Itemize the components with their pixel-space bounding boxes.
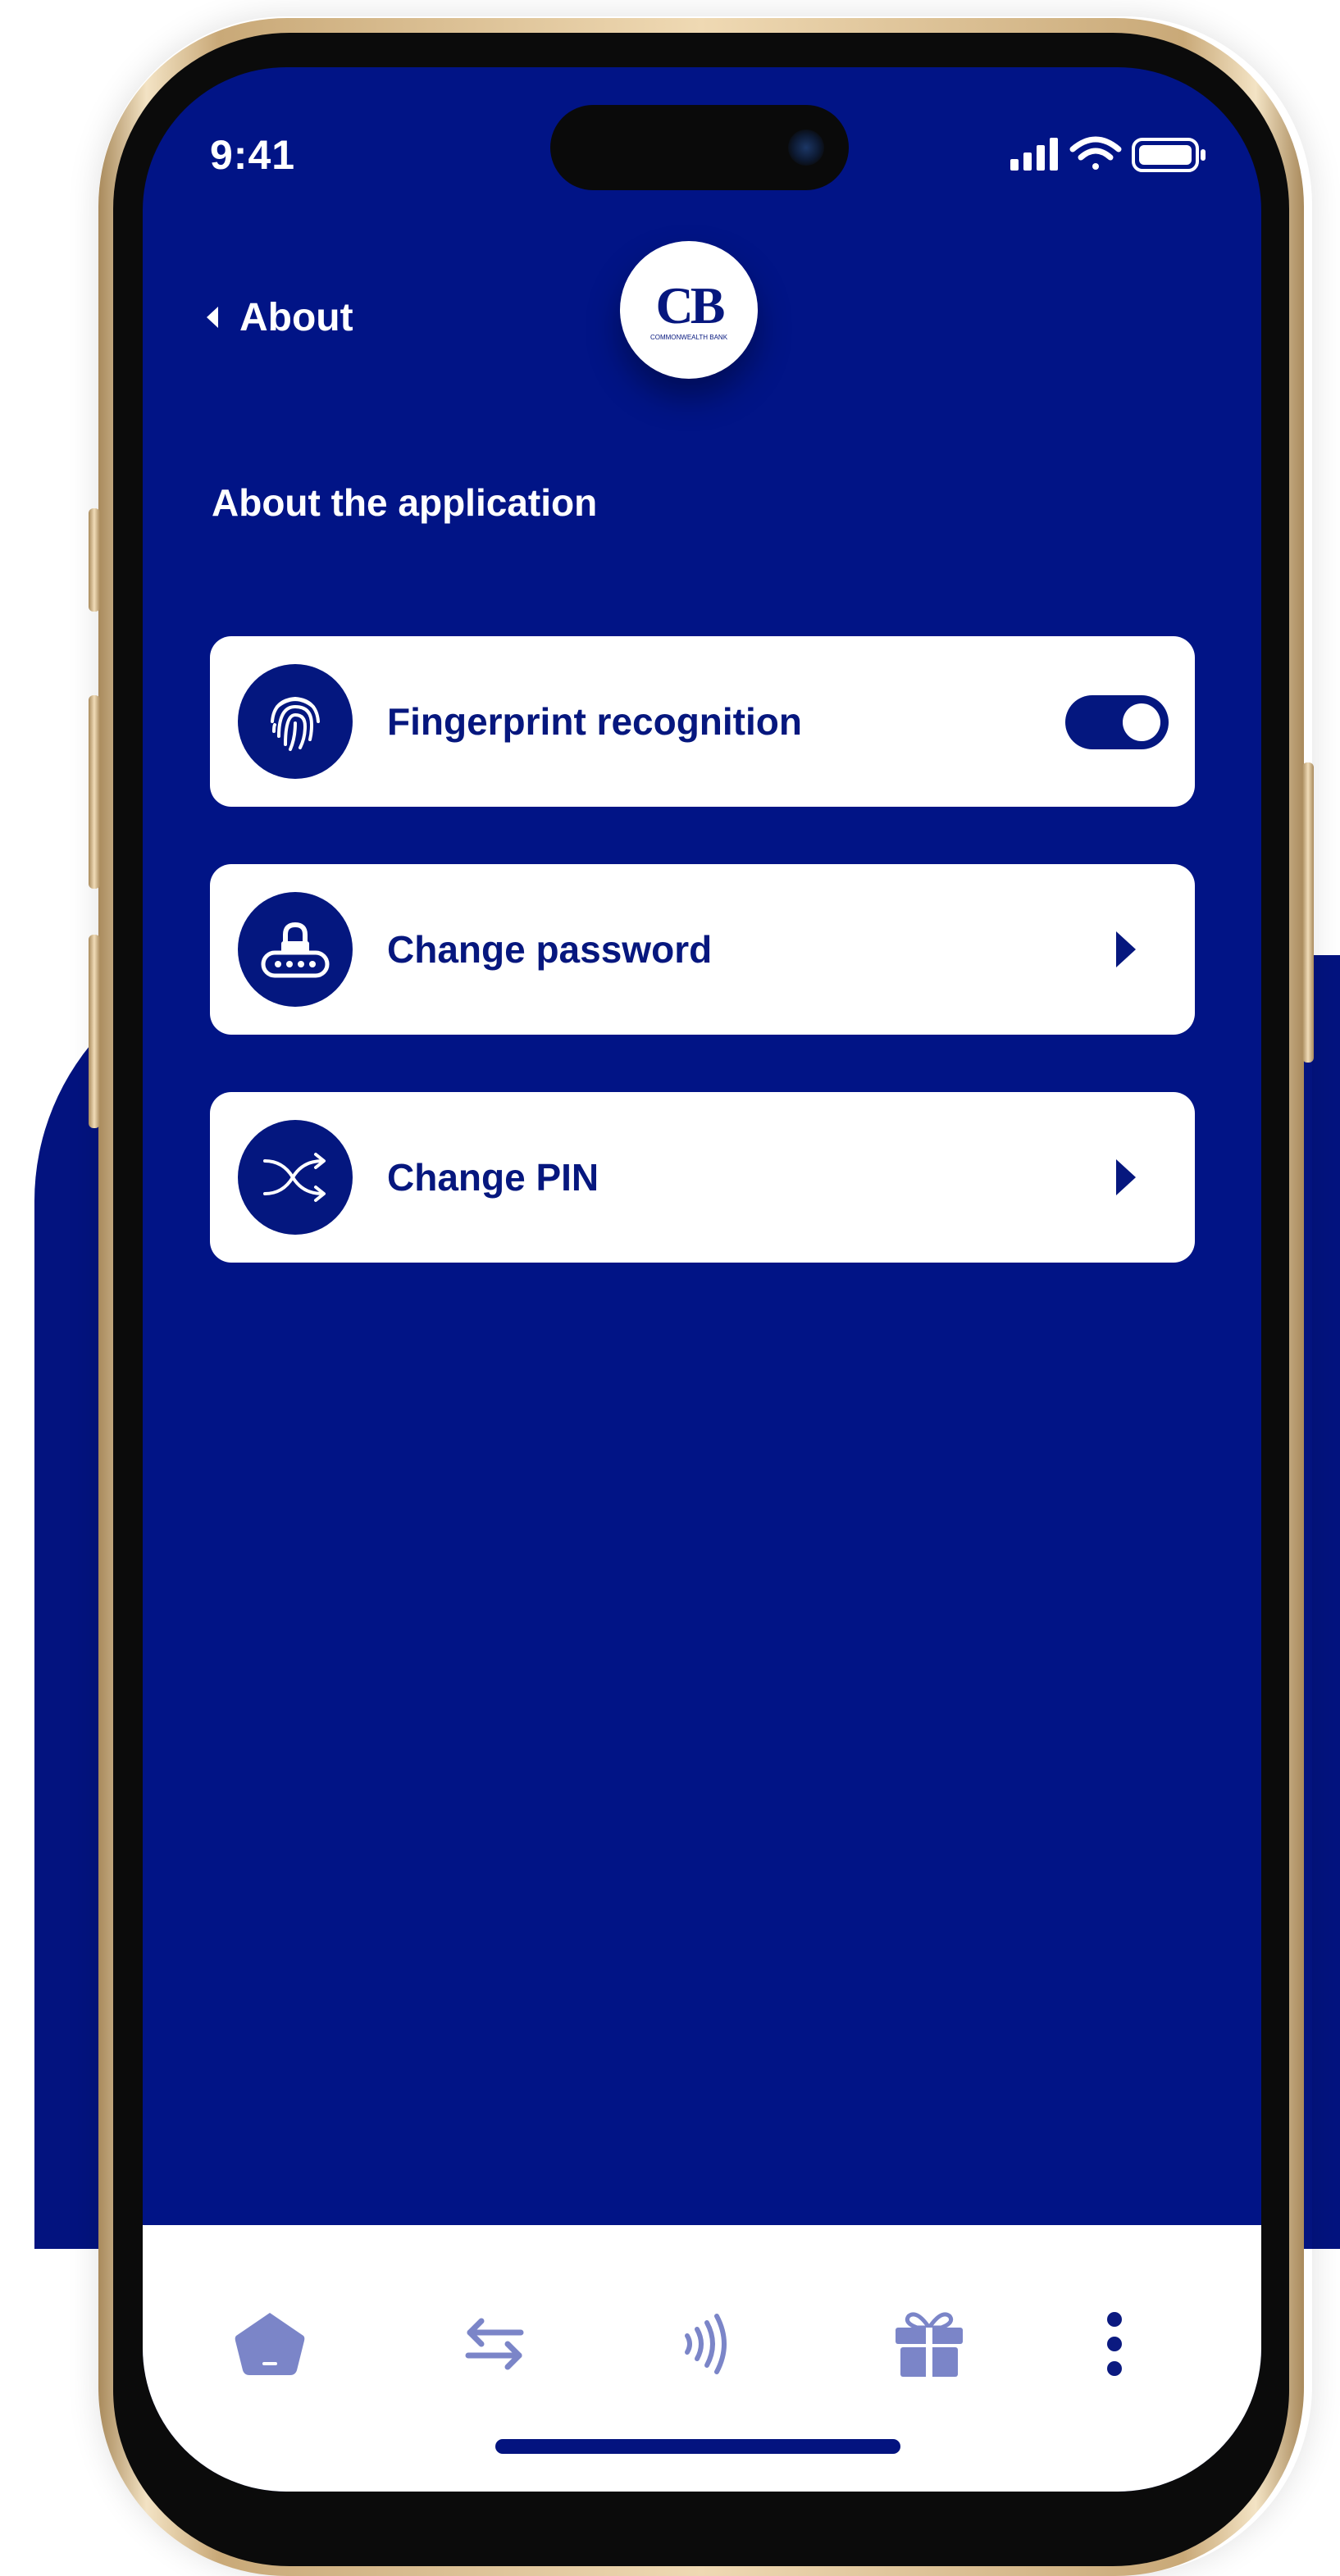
fingerprint-icon: [238, 664, 353, 779]
shuffle-icon: [238, 1120, 353, 1235]
chevron-left-icon: [207, 307, 218, 328]
logo-monogram: CB: [655, 275, 726, 335]
status-time: 9:41: [210, 132, 296, 178]
tab-rewards[interactable]: [884, 2299, 974, 2389]
side-button-volume-up: [89, 695, 100, 889]
toggle-knob: [1123, 703, 1160, 741]
bank-logo: CB COMMONWEALTH BANK: [620, 241, 758, 379]
tab-home[interactable]: [225, 2299, 315, 2389]
signal-icon: [1010, 138, 1058, 171]
phone-screen: 9:41 About CB COMMONWEALTH BANK About th…: [143, 67, 1261, 2492]
wifi-icon: [1069, 136, 1122, 170]
home-icon: [235, 2313, 305, 2375]
side-button-volume-down: [89, 935, 100, 1128]
fingerprint-toggle[interactable]: [1065, 695, 1169, 749]
section-title: About the application: [212, 481, 598, 524]
tab-more[interactable]: [1069, 2299, 1160, 2389]
settings-item-change-password[interactable]: Change password: [210, 864, 1195, 1035]
settings-item-label: Change password: [387, 928, 713, 971]
back-label: About: [239, 295, 353, 339]
logo-caption: COMMONWEALTH BANK: [649, 333, 728, 341]
more-dots-icon: [1107, 2312, 1122, 2376]
battery-icon: [1132, 138, 1206, 172]
transfer-arrows-icon: [465, 2318, 524, 2370]
contactless-icon: [685, 2314, 727, 2374]
dynamic-island: [550, 105, 849, 190]
settings-item-label: Fingerprint recognition: [387, 700, 802, 743]
tab-transfer[interactable]: [449, 2299, 540, 2389]
padlock-password-icon: [238, 892, 353, 1007]
settings-item-change-pin[interactable]: Change PIN: [210, 1092, 1195, 1263]
front-camera: [788, 130, 824, 166]
gift-icon: [896, 2312, 963, 2377]
chevron-right-icon: [1116, 1159, 1136, 1195]
chevron-right-icon: [1116, 931, 1136, 967]
tab-contactless[interactable]: [659, 2299, 750, 2389]
settings-item-fingerprint[interactable]: Fingerprint recognition: [210, 636, 1195, 807]
side-button-power: [1302, 762, 1314, 1063]
status-icons: [1010, 134, 1215, 175]
settings-item-label: Change PIN: [387, 1156, 599, 1199]
side-button-silent: [89, 508, 100, 612]
back-button[interactable]: About: [207, 289, 353, 346]
home-indicator[interactable]: [495, 2439, 900, 2454]
